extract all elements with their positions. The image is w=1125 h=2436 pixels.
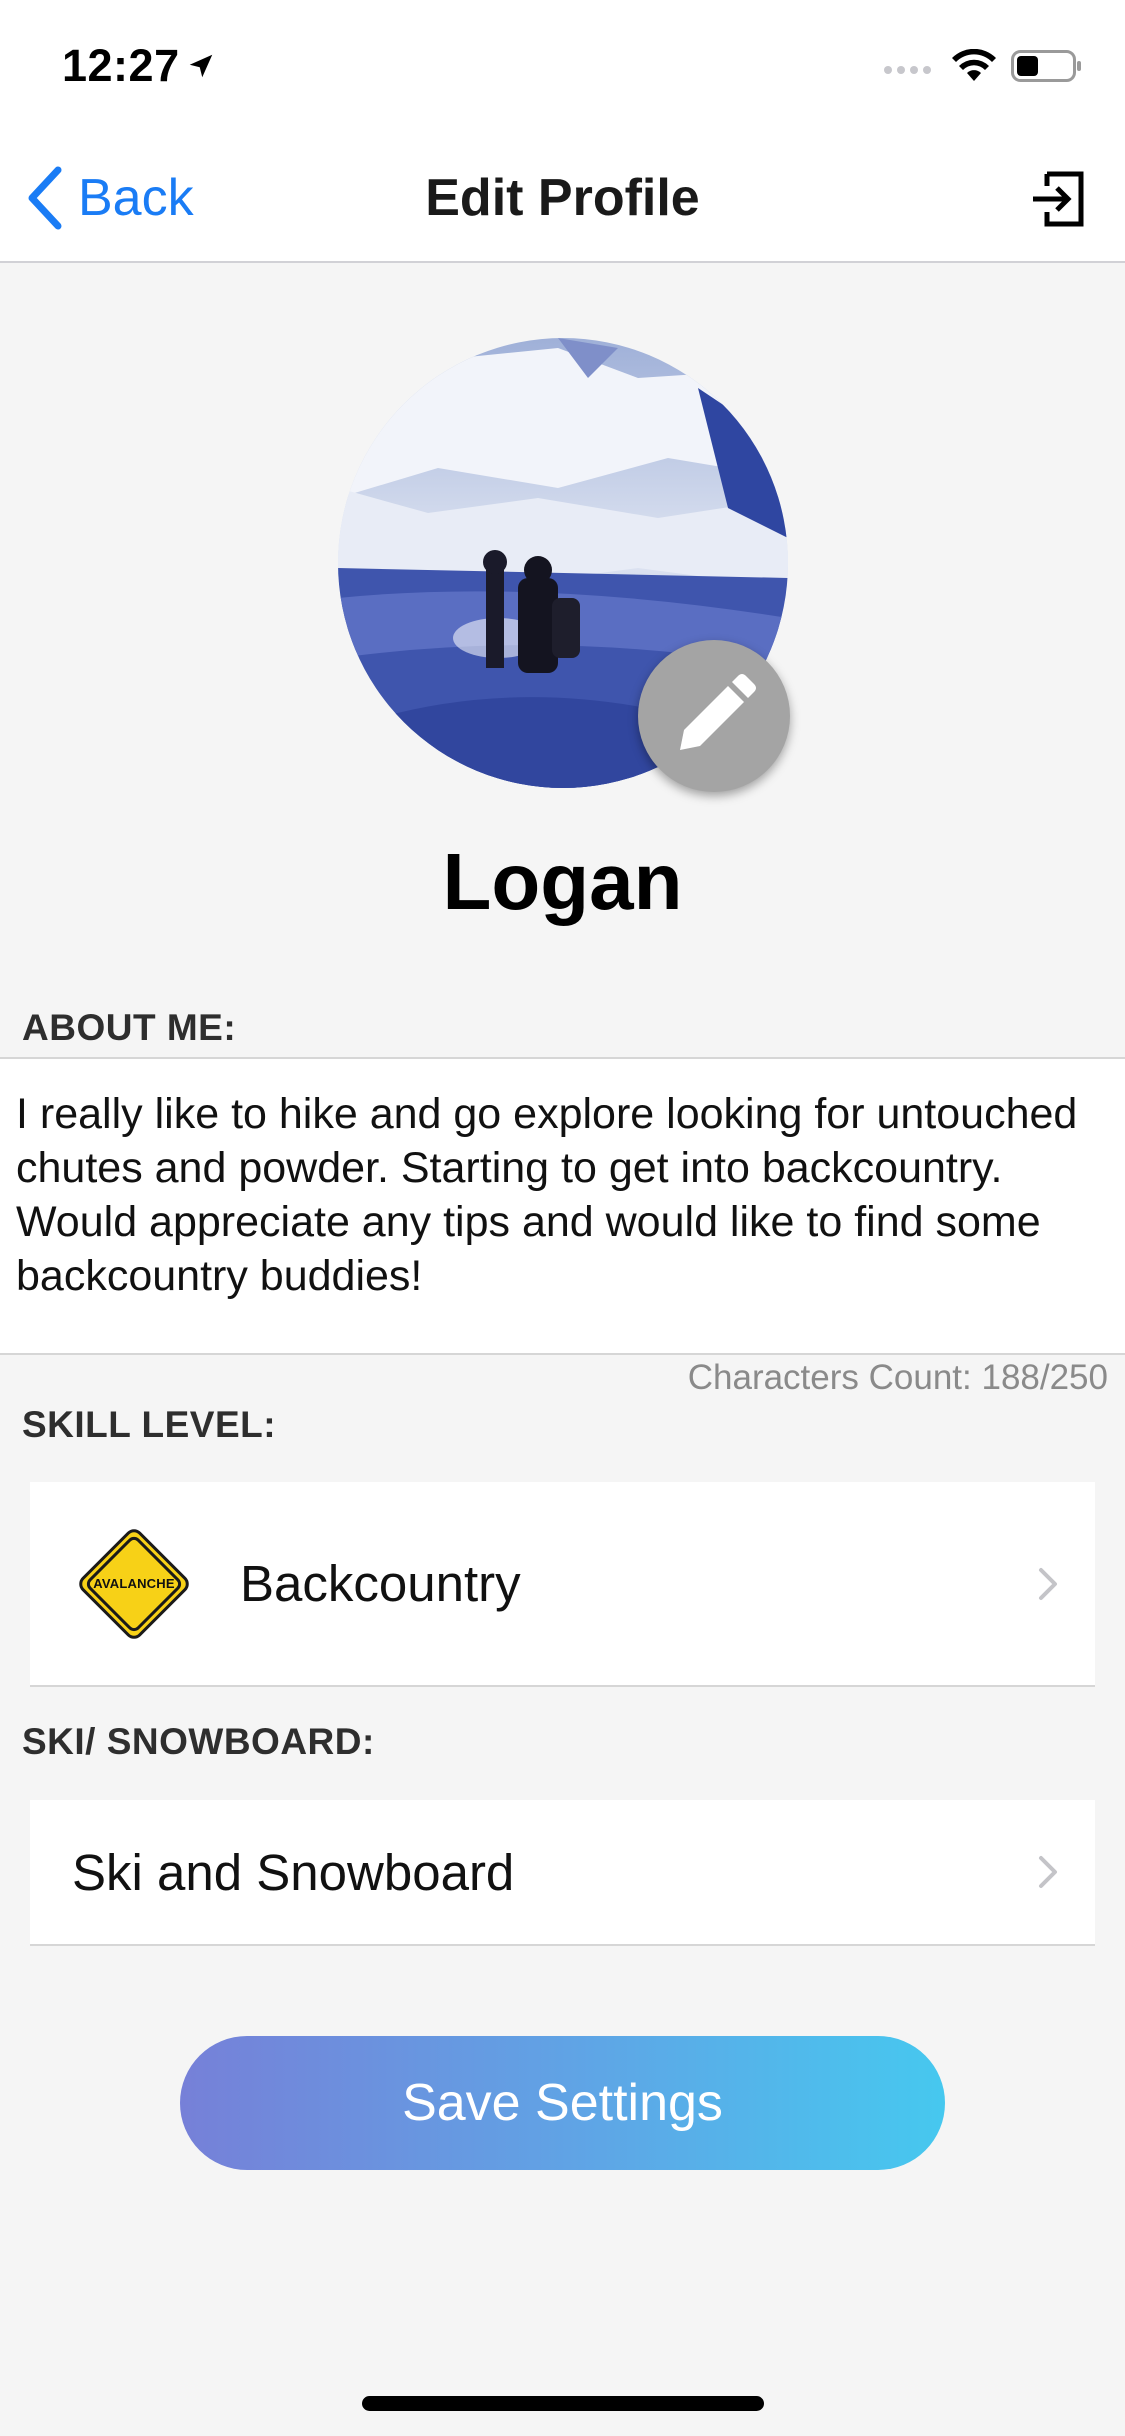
chevron-right-icon — [1039, 1856, 1057, 1888]
location-arrow-icon — [189, 54, 212, 78]
chevron-left-icon — [28, 166, 62, 230]
battery-icon — [1011, 50, 1081, 82]
cellular-signal-icon — [884, 66, 931, 74]
avalanche-sign-icon: AVALANCHE — [72, 1522, 196, 1646]
logout-button[interactable] — [1027, 168, 1089, 230]
skill-level-label: SKILL LEVEL: — [22, 1404, 277, 1445]
chevron-right-icon — [1039, 1567, 1057, 1600]
back-button[interactable]: Back — [26, 166, 194, 230]
save-settings-button[interactable]: Save Settings — [180, 2036, 945, 2170]
wifi-icon — [952, 49, 996, 81]
back-label: Back — [78, 169, 194, 227]
skill-level-value: Backcountry — [240, 1555, 521, 1612]
profile-name: Logan — [442, 837, 683, 926]
status-bar: 12:27 — [0, 0, 1125, 132]
ski-snowboard-value: Ski and Snowboard — [72, 1843, 515, 1901]
home-indicator — [362, 2396, 764, 2411]
status-time-text: 12:27 — [62, 40, 180, 91]
avalanche-badge-text: AVALANCHE — [93, 1576, 175, 1591]
pencil-icon — [680, 674, 756, 750]
status-time: 12:27 — [62, 40, 216, 92]
ski-snowboard-label: SKI/ SNOWBOARD: — [22, 1721, 375, 1762]
about-me-label: ABOUT ME: — [22, 1007, 237, 1048]
skill-level-selector[interactable]: AVALANCHE Backcountry — [30, 1482, 1095, 1687]
edit-avatar-button[interactable] — [638, 640, 790, 792]
nav-bar: Back Edit Profile — [0, 132, 1125, 263]
about-me-textarea[interactable]: I really like to hike and go explore loo… — [0, 1057, 1125, 1355]
logout-icon — [1033, 171, 1084, 227]
ski-snowboard-selector[interactable]: Ski and Snowboard — [30, 1800, 1095, 1946]
character-count: Characters Count: 188/250 — [687, 1358, 1108, 1397]
avatar-container — [338, 338, 790, 792]
status-indicators — [883, 48, 1083, 84]
